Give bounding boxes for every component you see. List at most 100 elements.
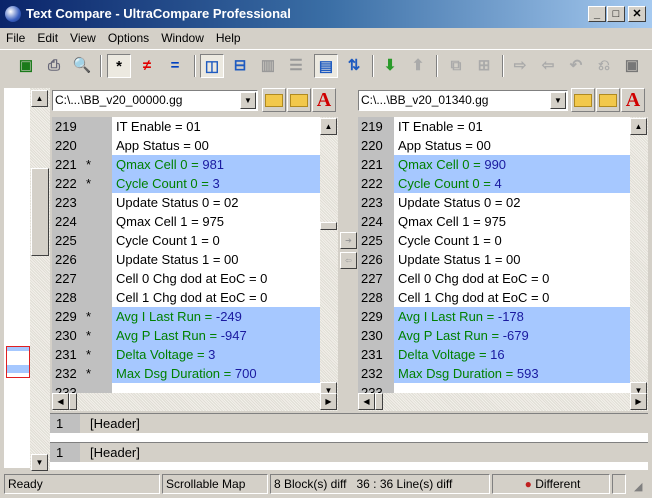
save-icon[interactable]: ▣	[14, 54, 38, 78]
right-horizontal-scrollbar[interactable]	[358, 393, 648, 411]
three-way-vertical-icon[interactable]: ▥	[256, 54, 280, 78]
save-all-icon[interactable]: ▣	[620, 54, 644, 78]
text-line[interactable]: 229 * Avg I Last Run = -249	[52, 307, 320, 326]
merge-icon[interactable]: ⧉	[444, 54, 468, 78]
resize-grip-icon[interactable]: ◢	[634, 480, 642, 493]
text-line[interactable]: 230 Avg P Last Run = -679	[358, 326, 630, 345]
chevron-down-icon[interactable]: ▼	[550, 92, 566, 109]
text-line[interactable]: 226 Update Status 1 = 00	[52, 250, 320, 269]
scroll-up-button[interactable]: ▲	[31, 90, 48, 107]
text-line[interactable]: 231 Delta Voltage = 16	[358, 345, 630, 364]
reload-folder-icon[interactable]	[287, 88, 311, 112]
menu-file[interactable]: File	[0, 28, 31, 48]
show-same-button[interactable]: =	[163, 54, 187, 78]
text-line[interactable]: 226 Update Status 1 = 00	[358, 250, 630, 269]
font-icon[interactable]: A	[621, 88, 645, 112]
line-text: Cycle Count 1 = 0	[116, 233, 220, 248]
show-diff-button[interactable]: ≠	[135, 54, 159, 78]
vertical-scrollbar[interactable]	[30, 88, 50, 470]
text-line[interactable]: 225 Cycle Count 1 = 0	[358, 231, 630, 250]
text-line[interactable]: 228 Cell 1 Chg dod at EoC = 0	[358, 288, 630, 307]
text-line[interactable]: 221 * Qmax Cell 0 = 981	[52, 155, 320, 174]
prev-diff-icon[interactable]: ⬆	[406, 54, 430, 78]
menu-view[interactable]: View	[64, 28, 102, 48]
copy-right-icon[interactable]: ⇨	[508, 54, 532, 78]
text-line[interactable]: 221 Qmax Cell 0 = 990	[358, 155, 630, 174]
revert-icon[interactable]: ⎌	[592, 54, 616, 78]
menu-bar: File Edit View Options Window Help	[0, 28, 652, 48]
text-line[interactable]: 231 * Delta Voltage = 3	[52, 345, 320, 364]
three-way-horizontal-icon[interactable]: ☰	[284, 54, 308, 78]
minimize-button[interactable]: _	[588, 6, 606, 22]
text-line[interactable]: 230 * Avg P Last Run = -947	[52, 326, 320, 345]
scroll-left-button[interactable]: ◀	[358, 393, 375, 410]
window-title: Text Compare - UltraCompare Professional	[26, 6, 291, 21]
copy-right-arrow-icon[interactable]: ➔	[340, 232, 357, 249]
copy-left-arrow-icon[interactable]: ⇦	[340, 252, 357, 269]
text-line[interactable]: 220 App Status = 00	[358, 136, 630, 155]
scroll-right-button[interactable]: ▶	[630, 393, 647, 410]
text-line[interactable]: 219 IT Enable = 01	[52, 117, 320, 136]
left-file-combo[interactable]: C:\...\BB_v20_00000.gg ▼	[52, 90, 258, 111]
print-icon[interactable]: ⎙	[42, 54, 66, 78]
reload-folder-icon[interactable]	[596, 88, 620, 112]
text-line[interactable]: 229 Avg I Last Run = -178	[358, 307, 630, 326]
left-pane-scrollbar[interactable]	[320, 117, 338, 393]
left-horizontal-scrollbar[interactable]	[52, 393, 338, 411]
horizontal-split-icon[interactable]: ⊟	[228, 54, 252, 78]
tree-icon[interactable]: ⊞	[472, 54, 496, 78]
chevron-down-icon[interactable]: ▼	[240, 92, 256, 109]
copy-left-icon[interactable]: ⇦	[536, 54, 560, 78]
vertical-split-icon[interactable]: ◫	[200, 54, 224, 78]
menu-window[interactable]: Window	[155, 28, 210, 48]
diff-marker: *	[86, 326, 110, 345]
map-viewport[interactable]	[6, 346, 30, 378]
menu-help[interactable]: Help	[210, 28, 247, 48]
text-line[interactable]: 224 Qmax Cell 1 = 975	[52, 212, 320, 231]
right-text-pane[interactable]: 219 IT Enable = 01 220 App Status = 00 221 Qm…	[358, 117, 630, 393]
open-folder-icon[interactable]	[571, 88, 595, 112]
text-line[interactable]: 223 Update Status 0 = 02	[52, 193, 320, 212]
text-line[interactable]: 227 Cell 0 Chg dod at EoC = 0	[52, 269, 320, 288]
text-line[interactable]: 223 Update Status 0 = 02	[358, 193, 630, 212]
text-line[interactable]: 225 Cycle Count 1 = 0	[52, 231, 320, 250]
text-line[interactable]: 233	[52, 383, 320, 393]
text-line[interactable]: 232 * Max Dsg Duration = 700	[52, 364, 320, 383]
scroll-thumb[interactable]	[320, 222, 337, 230]
text-line[interactable]: 228 Cell 1 Chg dod at EoC = 0	[52, 288, 320, 307]
ignore-all-button[interactable]: *	[107, 54, 131, 78]
text-line[interactable]: 222 Cycle Count 0 = 4	[358, 174, 630, 193]
right-file-combo[interactable]: C:\...\BB_v20_01340.gg ▼	[358, 90, 568, 111]
text-line[interactable]: 232 Max Dsg Duration = 593	[358, 364, 630, 383]
title-bar: Text Compare - UltraCompare Professional	[0, 0, 652, 28]
print-preview-icon[interactable]: 🔍	[70, 54, 94, 78]
menu-edit[interactable]: Edit	[31, 28, 64, 48]
text-line[interactable]: 222 * Cycle Count 0 = 3	[52, 174, 320, 193]
detail-pane-icon[interactable]: ▤	[314, 54, 338, 78]
scroll-left-button[interactable]: ◀	[52, 393, 69, 410]
line-text: Avg P Last Run =	[398, 328, 503, 343]
left-text-pane[interactable]: 219 IT Enable = 01 220 App Status = 00 221 * Q…	[52, 117, 320, 393]
scroll-down-button[interactable]: ▼	[31, 454, 48, 471]
scroll-thumb[interactable]	[31, 168, 49, 256]
text-line[interactable]: 227 Cell 0 Chg dod at EoC = 0	[358, 269, 630, 288]
next-diff-icon[interactable]: ⬇	[378, 54, 402, 78]
line-text: Update Status 1 = 00	[398, 252, 521, 267]
undo-icon[interactable]: ↶	[564, 54, 588, 78]
scroll-up-button[interactable]: ▲	[320, 118, 337, 135]
text-line[interactable]: 219 IT Enable = 01	[358, 117, 630, 136]
swap-icon[interactable]: ⇅	[342, 54, 366, 78]
right-pane-scrollbar[interactable]	[630, 117, 648, 393]
open-folder-icon[interactable]	[262, 88, 286, 112]
maximize-button[interactable]: □	[607, 6, 625, 22]
text-line[interactable]: 224 Qmax Cell 1 = 975	[358, 212, 630, 231]
text-line[interactable]: 220 App Status = 00	[52, 136, 320, 155]
close-button[interactable]: ✕	[628, 6, 646, 22]
scroll-right-button[interactable]: ▶	[320, 393, 337, 410]
text-line[interactable]: 233	[358, 383, 630, 393]
scroll-up-button[interactable]: ▲	[630, 118, 647, 135]
diff-map[interactable]	[4, 88, 30, 468]
line-value: 4	[494, 176, 502, 191]
font-icon[interactable]: A	[312, 88, 336, 112]
menu-options[interactable]: Options	[102, 28, 155, 48]
